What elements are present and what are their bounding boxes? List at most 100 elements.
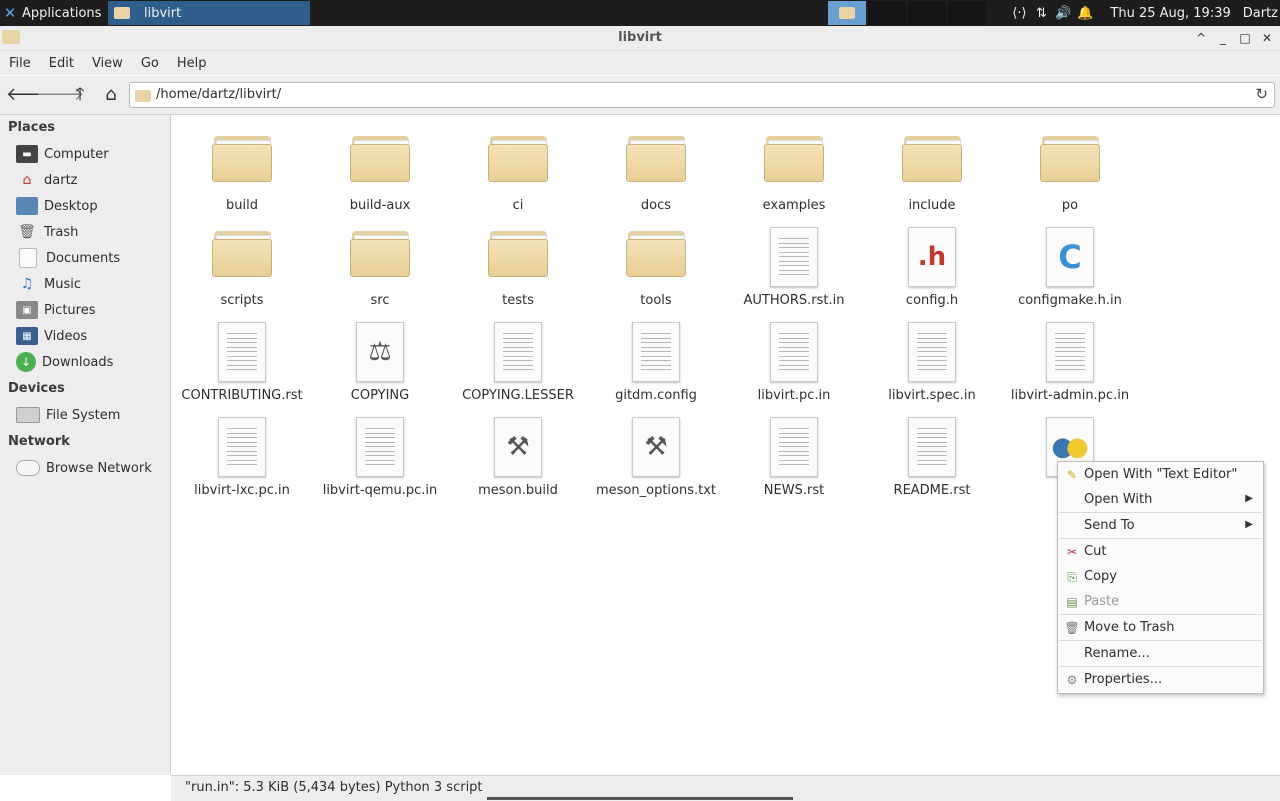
sidebar-item-downloads[interactable]: ↓ Downloads [16, 351, 113, 373]
file-item[interactable]: include [863, 130, 1001, 225]
folder-icon [114, 7, 130, 19]
menu-item-label: Send To [1084, 518, 1135, 533]
file-item[interactable]: tools [587, 225, 725, 320]
folder-icon [135, 90, 151, 102]
sidebar-item-pictures[interactable]: ▣ Pictures [16, 299, 95, 321]
file-item[interactable]: examples [725, 130, 863, 225]
workspace-2-button[interactable] [868, 1, 906, 25]
open-with-item[interactable]: Open With ▶ [1058, 488, 1263, 512]
workspace-3-button[interactable] [908, 1, 946, 25]
paste-item[interactable]: ▤ Paste [1058, 590, 1263, 614]
drive-icon [16, 407, 40, 423]
up-button[interactable]: 🡑 [68, 84, 92, 106]
menu-separator [1059, 666, 1262, 667]
status-text: "run.in": 5.3 KiB (5,434 bytes) Python 3… [185, 780, 483, 795]
folder-icon [212, 132, 272, 196]
menu-bar: File Edit View Go Help [0, 51, 1280, 75]
file-item[interactable]: po [1001, 130, 1139, 225]
cut-item[interactable]: ✂ Cut [1058, 540, 1263, 564]
places-header: Places [8, 120, 56, 135]
file-item[interactable]: ⚖ COPYING [311, 320, 449, 415]
sidebar-item-trash[interactable]: 🗑 Trash [16, 221, 78, 243]
file-item[interactable]: tests [449, 225, 587, 320]
reload-icon[interactable]: ↻ [1255, 85, 1268, 103]
sidebar-item-documents[interactable]: Documents [16, 247, 120, 269]
clock[interactable]: Thu 25 Aug, 19:39 [1110, 6, 1230, 21]
file-name: NEWS.rst [763, 483, 825, 498]
sidebar-item-dartz[interactable]: ⌂ dartz [16, 169, 78, 191]
menu-help[interactable]: Help [168, 56, 216, 71]
open-with-text-editor-item[interactable]: ✎ Open With "Text Editor" [1058, 463, 1263, 487]
minimize-button[interactable]: _ [1214, 29, 1232, 47]
file-name: libvirt.pc.in [757, 388, 831, 403]
file-name: libvirt-qemu.pc.in [322, 483, 438, 498]
rename-item[interactable]: Rename... [1058, 642, 1263, 666]
sidebar-item-desktop[interactable]: Desktop [16, 195, 98, 217]
user-menu[interactable]: Dartz [1243, 6, 1278, 21]
file-item[interactable]: scripts [173, 225, 311, 320]
network-status-icon[interactable]: ⟨·⟩ [1008, 6, 1030, 21]
file-item[interactable]: libvirt-admin.pc.in [1001, 320, 1139, 415]
file-item[interactable]: .h config.h [863, 225, 1001, 320]
back-button[interactable]: 🡐 [6, 84, 54, 106]
close-button[interactable]: ✕ [1258, 29, 1276, 47]
file-item[interactable]: CONTRIBUTING.rst [173, 320, 311, 415]
menu-item-label: Cut [1084, 544, 1107, 559]
sidebar-item-label: File System [46, 407, 121, 423]
file-item[interactable]: build [173, 130, 311, 225]
move-to-trash-item[interactable]: 🗑 Move to Trash [1058, 616, 1263, 640]
maximize-button[interactable]: □ [1236, 29, 1254, 47]
folder-icon [839, 7, 855, 19]
sidebar-item-music[interactable]: ♫ Music [16, 273, 81, 295]
file-item[interactable]: AUTHORS.rst.in [725, 225, 863, 320]
forward-button[interactable]: 🡒 [36, 84, 84, 106]
folder-icon [764, 132, 824, 196]
location-path[interactable]: /home/dartz/libvirt/ [156, 87, 281, 102]
file-item[interactable]: build-aux [311, 130, 449, 225]
menu-file[interactable]: File [0, 56, 40, 71]
sidebar-item-videos[interactable]: ▦ Videos [16, 325, 87, 347]
sidebar-item-browse-network[interactable]: Browse Network [16, 457, 152, 479]
menu-edit[interactable]: Edit [40, 56, 83, 71]
file-item[interactable]: ci [449, 130, 587, 225]
menu-view[interactable]: View [83, 56, 132, 71]
submenu-arrow-icon: ▶ [1245, 493, 1253, 504]
file-name: meson.build [478, 483, 558, 498]
updown-arrows-icon[interactable]: ⇅ [1030, 6, 1052, 21]
file-item[interactable]: libvirt-qemu.pc.in [311, 415, 449, 510]
workspace-4-button[interactable] [948, 1, 986, 25]
text-file-icon [764, 227, 824, 291]
taskbar-window-button[interactable]: libvirt [108, 1, 310, 25]
file-item[interactable]: COPYING.LESSER [449, 320, 587, 415]
shade-button[interactable]: ^ [1192, 29, 1210, 47]
copy-item[interactable]: ⎘ Copy [1058, 565, 1263, 589]
file-item[interactable]: libvirt.pc.in [725, 320, 863, 415]
file-item[interactable]: NEWS.rst [725, 415, 863, 510]
file-item[interactable]: gitdm.config [587, 320, 725, 415]
menu-go[interactable]: Go [132, 56, 168, 71]
file-item[interactable]: Cconfigmake.h.in [1001, 225, 1139, 320]
file-name: README.rst [893, 483, 971, 498]
file-item[interactable]: libvirt-lxc.pc.in [173, 415, 311, 510]
file-item[interactable]: ⚒ meson.build [449, 415, 587, 510]
send-to-item[interactable]: Send To ▶ [1058, 514, 1263, 538]
notification-bell-icon[interactable]: 🔔 [1074, 6, 1096, 21]
sidebar-item-file-system[interactable]: File System [16, 404, 120, 426]
window-titlebar[interactable]: libvirt ^ _ □ ✕ [0, 26, 1280, 51]
applications-menu-button[interactable]: ✕ Applications [0, 0, 102, 26]
workspace-1-button[interactable] [828, 1, 866, 25]
file-item[interactable]: docs [587, 130, 725, 225]
file-item[interactable]: libvirt.spec.in [863, 320, 1001, 415]
properties-item[interactable]: ⚙ Properties... [1058, 668, 1263, 692]
file-name: ci [512, 198, 524, 213]
sidebar-item-computer[interactable]: ▬ Computer [16, 143, 109, 165]
home-button[interactable]: ⌂ [99, 84, 123, 106]
file-item[interactable]: src [311, 225, 449, 320]
volume-icon[interactable]: 🔊 [1052, 6, 1074, 21]
location-bar[interactable]: /home/dartz/libvirt/ ↻ [129, 82, 1275, 108]
file-item[interactable]: ⚒ meson_options.txt [587, 415, 725, 510]
file-item[interactable]: README.rst [863, 415, 1001, 510]
file-name: config.h [905, 293, 959, 308]
folder-icon [350, 227, 410, 291]
file-name: CONTRIBUTING.rst [181, 388, 303, 403]
